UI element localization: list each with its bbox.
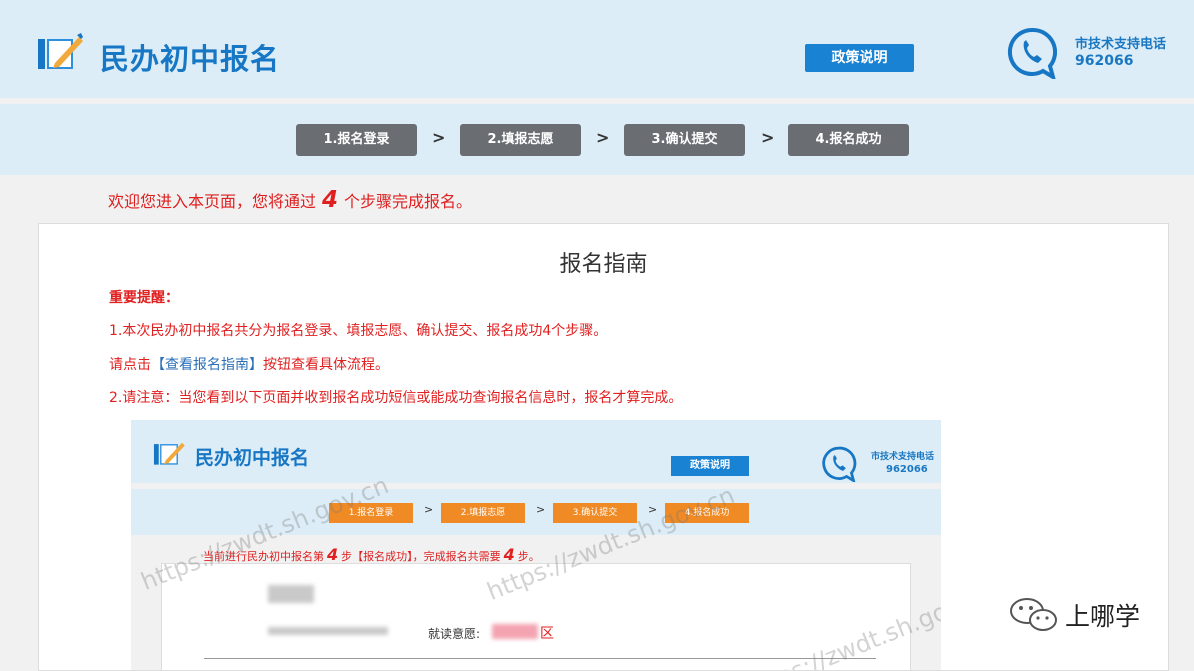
example-result-card: 就读意愿: 区 [161, 563, 911, 670]
example-notice-total: 4 [503, 545, 515, 564]
step-arrow: > [761, 128, 775, 147]
example-step-fill: 2.填报志愿 [441, 503, 525, 523]
blurred-district [492, 624, 538, 639]
step-confirm[interactable]: 3.确认提交 [624, 124, 745, 156]
guide-title: 报名指南 [559, 252, 648, 277]
welcome-step-count: 4 [322, 187, 339, 213]
example-notice-step: 4 [327, 545, 339, 564]
example-policy-button: 政策说明 [671, 456, 749, 476]
example-step-confirm: 3.确认提交 [553, 503, 637, 523]
example-step-arrow: > [648, 503, 658, 516]
example-step-arrow: > [536, 503, 546, 516]
notebook-pen-icon [153, 442, 185, 465]
phone-chat-icon [822, 446, 857, 482]
example-title: 民办初中报名 [195, 447, 310, 469]
view-guide-link[interactable]: 【查看报名指南】 [151, 357, 263, 373]
guide-line-2: 请点击【查看报名指南】按钮查看具体流程。 [109, 354, 389, 374]
step-arrow: > [432, 128, 446, 147]
welcome-prefix: 欢迎您进入本页面，您将通过 [108, 192, 317, 211]
notebook-pen-icon [38, 33, 83, 69]
example-notice-middle: 步【报名成功】，完成报名共需要 [341, 550, 501, 563]
blurred-id [268, 627, 388, 635]
top-header: 民办初中报名 政策说明 市技术支持电话 962066 [0, 0, 1194, 98]
example-header: 民办初中报名 政策说明 市技术支持电话 962066 [131, 420, 941, 483]
example-notice-suffix: 步。 [517, 550, 540, 563]
welcome-message: 欢迎您进入本页面，您将通过 4 个步骤完成报名。 [108, 187, 472, 213]
guide-line-2-prefix: 请点击 [109, 357, 151, 373]
phone-chat-icon [1007, 27, 1057, 79]
blurred-name [268, 585, 314, 603]
example-district: 区 [540, 626, 554, 642]
guide-line-3: 2.请注意：当您看到以下页面并收到报名成功短信或能成功查询报名信息时，报名才算完… [109, 390, 683, 406]
app-title: 民办初中报名 [100, 42, 281, 76]
step-arrow: > [596, 128, 610, 147]
wechat-icon [1010, 598, 1057, 631]
example-support-number: 962066 [886, 464, 928, 475]
policy-button[interactable]: 政策说明 [805, 44, 914, 72]
example-screenshot: 民办初中报名 政策说明 市技术支持电话 962066 1.报名登录 > 2.填报… [131, 420, 941, 670]
example-step-success: 4.报名成功 [665, 503, 749, 523]
welcome-suffix: 个步骤完成报名。 [344, 192, 473, 211]
example-support-label: 市技术支持电话 [871, 452, 935, 462]
step-success[interactable]: 4.报名成功 [788, 124, 909, 156]
step-fill-wishes[interactable]: 2.填报志愿 [460, 124, 581, 156]
example-intention-label: 就读意愿: [428, 627, 481, 641]
guide-line-1: 1.本次民办初中报名共分为报名登录、填报志愿、确认提交、报名成功4个步骤。 [109, 323, 608, 339]
support-label: 市技术支持电话 [1075, 37, 1167, 52]
example-notice: 当前进行民办初中报名第 4 步【报名成功】，完成报名共需要 4 步。 [203, 545, 540, 564]
example-step-arrow: > [424, 503, 434, 516]
example-notice-prefix: 当前进行民办初中报名第 [203, 550, 324, 563]
step-login[interactable]: 1.报名登录 [296, 124, 417, 156]
guide-panel: 报名指南 重要提醒： 1.本次民办初中报名共分为报名登录、填报志愿、确认提交、报… [38, 223, 1169, 671]
guide-line-2-suffix: 按钮查看具体流程。 [263, 357, 389, 373]
important-label: 重要提醒： [109, 290, 179, 306]
steps-bar: 1.报名登录 > 2.填报志愿 > 3.确认提交 > 4.报名成功 [0, 104, 1194, 175]
example-steps-bar: 1.报名登录 > 2.填报志愿 > 3.确认提交 > 4.报名成功 [131, 489, 941, 535]
support-number: 962066 [1075, 53, 1134, 69]
example-divider [204, 658, 876, 659]
badge-text: 上哪学 [1065, 602, 1141, 631]
example-step-login: 1.报名登录 [329, 503, 413, 523]
